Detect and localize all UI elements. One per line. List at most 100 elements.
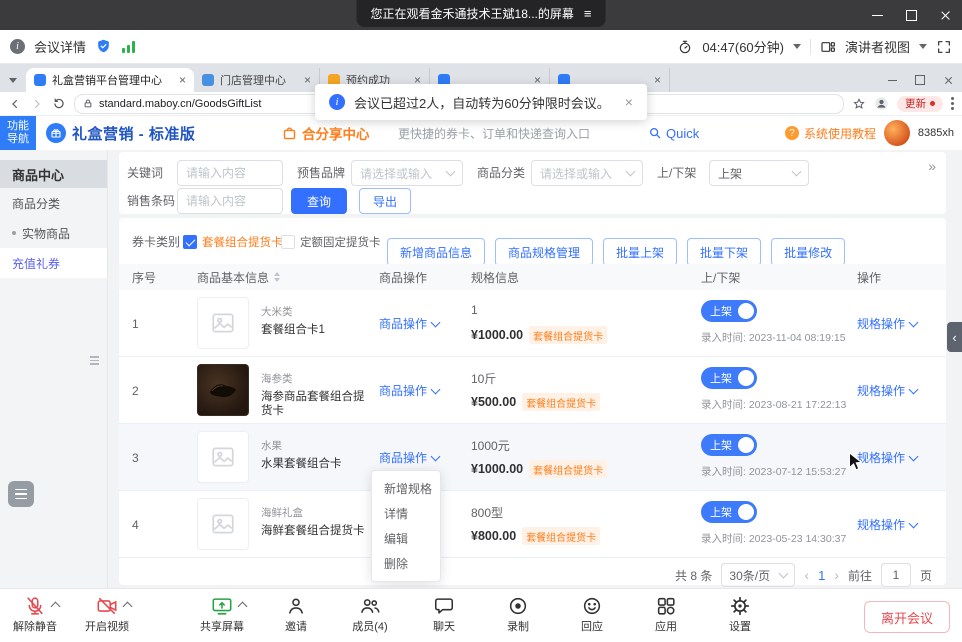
react-button[interactable]: 回应 bbox=[567, 595, 617, 634]
timer-dropdown-icon[interactable] bbox=[793, 44, 801, 49]
members-button[interactable]: 成员(4) bbox=[345, 595, 395, 634]
browser-close-button[interactable] bbox=[934, 68, 962, 92]
goods-op-dropdown[interactable]: 商品操作 bbox=[379, 290, 439, 357]
menu-item-edit[interactable]: 编辑 bbox=[372, 526, 440, 551]
settings-button[interactable]: 设置 bbox=[715, 595, 765, 634]
search-button[interactable]: 查询 bbox=[291, 188, 347, 214]
invite-button[interactable]: 邀请 bbox=[271, 595, 321, 634]
shelf-value: 上架 bbox=[718, 165, 742, 182]
view-dropdown-icon[interactable] bbox=[919, 44, 927, 49]
tutorial-link[interactable]: ? 系统使用教程 bbox=[785, 116, 876, 150]
sidebar-item-physical-goods[interactable]: 实物商品 bbox=[0, 218, 107, 248]
toolbar-label: 设置 bbox=[729, 618, 751, 634]
chevron-up-icon[interactable] bbox=[51, 602, 61, 612]
share-center-icon bbox=[282, 126, 297, 141]
share-center-link[interactable]: 合分享中心 bbox=[282, 116, 370, 150]
floating-list-button[interactable] bbox=[8, 481, 34, 507]
goto-page-input[interactable] bbox=[881, 563, 911, 587]
right-panel-toggle[interactable]: ‹ bbox=[947, 322, 962, 352]
spec-tag: 套餐组合提货卡 bbox=[522, 393, 600, 411]
tab-close-icon[interactable]: × bbox=[654, 74, 661, 86]
menu-item-detail[interactable]: 详情 bbox=[372, 501, 440, 526]
toast-close-icon[interactable]: × bbox=[625, 94, 633, 110]
product-name: 海参商品套餐组合提货卡 bbox=[261, 390, 375, 418]
record-button[interactable]: 录制 bbox=[493, 595, 543, 634]
browser-menu-icon[interactable] bbox=[951, 97, 954, 110]
chat-button[interactable]: 聊天 bbox=[419, 595, 469, 634]
category-select[interactable]: 请选择或输入 bbox=[531, 160, 643, 186]
toolbar-label: 解除静音 bbox=[13, 618, 57, 634]
start-video-button[interactable]: 开启视频 bbox=[82, 595, 132, 634]
browser-tab[interactable]: 门店管理中心 × bbox=[194, 68, 320, 92]
sidebar-collapse-handle[interactable] bbox=[90, 356, 99, 365]
back-icon[interactable] bbox=[8, 97, 22, 111]
current-page[interactable]: 1 bbox=[818, 568, 825, 583]
fullscreen-icon[interactable] bbox=[936, 39, 952, 55]
row-no: 4 bbox=[132, 491, 139, 558]
update-chip[interactable]: 更新 bbox=[897, 96, 943, 112]
unmute-button[interactable]: 解除静音 bbox=[10, 595, 60, 634]
shelf-toggle[interactable]: 上架 bbox=[701, 367, 757, 389]
user-avatar[interactable] bbox=[884, 120, 910, 146]
tab-close-icon[interactable]: × bbox=[179, 74, 186, 86]
banner-menu-icon[interactable]: ≡ bbox=[584, 6, 592, 21]
shelf-toggle[interactable]: 上架 bbox=[701, 300, 757, 322]
minimize-button[interactable] bbox=[860, 0, 894, 30]
shelf-toggle[interactable]: 上架 bbox=[701, 434, 757, 456]
checkbox-fixed-card[interactable]: 定额固定提货卡 bbox=[281, 228, 381, 256]
export-button[interactable]: 导出 bbox=[359, 188, 411, 214]
leave-meeting-button[interactable]: 离开会议 bbox=[864, 601, 950, 633]
checkbox-combo-card[interactable]: 套餐组合提货卡 bbox=[183, 228, 283, 256]
next-page-icon[interactable]: › bbox=[834, 567, 839, 583]
spec-manage-button[interactable]: 商品规格管理 bbox=[495, 238, 593, 266]
browser-minimize-button[interactable] bbox=[878, 68, 906, 92]
sidebar-item-goods-category[interactable]: 商品分类 bbox=[0, 188, 107, 218]
add-goods-button[interactable]: 新增商品信息 bbox=[387, 238, 485, 266]
sidebar-item-label: 充值礼券 bbox=[12, 255, 60, 272]
nav-toggle-button[interactable]: 功能 导航 bbox=[0, 116, 36, 150]
brand-select[interactable]: 请选择或输入 bbox=[351, 160, 463, 186]
browser-tab-active[interactable]: 礼盒营销平台管理中心 × bbox=[26, 68, 194, 92]
meeting-details-link[interactable]: 会议详情 bbox=[34, 37, 86, 56]
sidebar-item-recharge-coupon[interactable]: 充值礼券 bbox=[0, 248, 107, 278]
batch-on-shelf-button[interactable]: 批量上架 bbox=[603, 238, 677, 266]
maximize-button[interactable] bbox=[894, 0, 928, 30]
chevron-up-icon[interactable] bbox=[238, 602, 248, 612]
prev-page-icon[interactable]: ‹ bbox=[804, 567, 809, 583]
watching-banner: 您正在观看金禾通技术王斌18...的屏幕 ≡ bbox=[357, 0, 606, 27]
menu-item-add-spec[interactable]: 新增规格 bbox=[372, 476, 440, 501]
close-button[interactable] bbox=[928, 0, 962, 30]
goods-op-dropdown[interactable]: 商品操作 bbox=[379, 357, 439, 424]
spec-op-dropdown[interactable]: 规格操作 bbox=[857, 290, 917, 357]
apps-button[interactable]: 应用 bbox=[641, 595, 691, 634]
keyword-input[interactable] bbox=[177, 160, 283, 186]
sidebar-section-goods-center[interactable]: 商品中心 bbox=[0, 160, 107, 188]
spec-op-dropdown[interactable]: 规格操作 bbox=[857, 424, 917, 491]
batch-edit-button[interactable]: 批量修改 bbox=[771, 238, 845, 266]
filter-collapse-icon[interactable]: » bbox=[928, 158, 936, 174]
product-name: 套餐组合卡1 bbox=[261, 323, 375, 337]
profile-avatar-icon[interactable] bbox=[874, 96, 889, 111]
tab-close-icon[interactable]: × bbox=[304, 74, 311, 86]
chevron-up-icon[interactable] bbox=[123, 602, 133, 612]
sort-icon[interactable] bbox=[274, 272, 280, 282]
spec-op-dropdown[interactable]: 规格操作 bbox=[857, 357, 917, 424]
quick-search-link[interactable]: Quick bbox=[648, 116, 699, 150]
reload-icon[interactable] bbox=[52, 97, 66, 111]
browser-maximize-button[interactable] bbox=[906, 68, 934, 92]
forward-icon[interactable] bbox=[30, 97, 44, 111]
barcode-input[interactable] bbox=[177, 188, 283, 214]
shelf-select[interactable]: 上架 bbox=[709, 160, 809, 186]
menu-item-delete[interactable]: 删除 bbox=[372, 551, 440, 576]
batch-off-shelf-button[interactable]: 批量下架 bbox=[687, 238, 761, 266]
page-size-select[interactable]: 30条/页 bbox=[721, 563, 795, 587]
shelf-toggle[interactable]: 上架 bbox=[701, 501, 757, 523]
share-screen-button[interactable]: 共享屏幕 bbox=[197, 595, 247, 634]
view-mode-label[interactable]: 演讲者视图 bbox=[845, 37, 910, 56]
spec-op-dropdown[interactable]: 规格操作 bbox=[857, 491, 917, 558]
checkbox-checked-icon[interactable] bbox=[183, 235, 197, 249]
tab-search-icon[interactable] bbox=[0, 68, 26, 92]
app-logo-icon bbox=[46, 123, 66, 143]
bookmark-star-icon[interactable] bbox=[852, 97, 866, 111]
checkbox-unchecked-icon[interactable] bbox=[281, 235, 295, 249]
